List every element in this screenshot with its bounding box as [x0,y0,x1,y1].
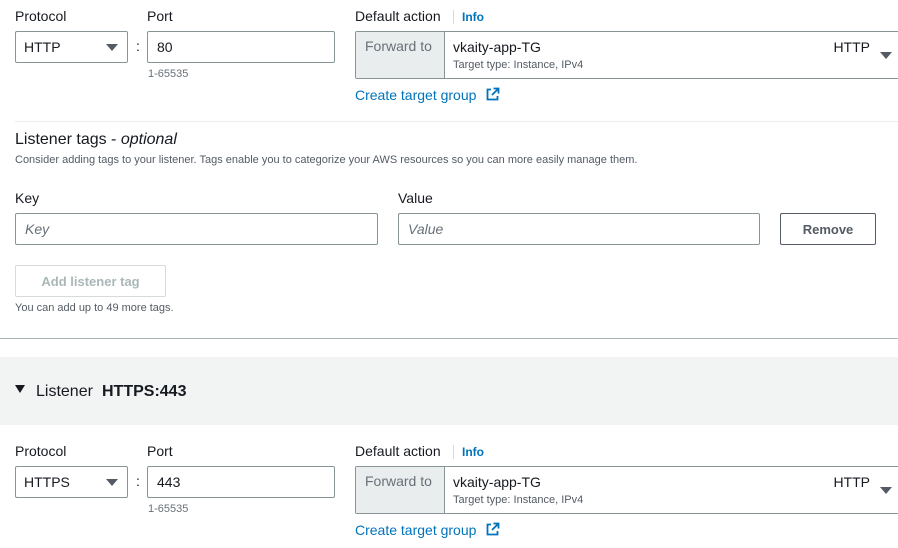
key-label: Key [15,190,40,206]
port-input[interactable]: 443 [147,466,335,498]
listener-tags-title: Listener tags - optional [15,131,177,149]
info-link[interactable]: Info [462,445,484,459]
create-target-group-link[interactable]: Create target group [355,522,476,538]
create-target-group-label: Create target group [355,87,477,103]
remove-tag-button[interactable]: Remove [780,213,876,245]
info-link[interactable]: Info [462,10,484,24]
create-target-group-label: Create target group [355,522,477,538]
target-group-name: vkaity-app-TG [453,39,541,55]
protocol-select[interactable]: HTTP [15,31,128,63]
forward-to-label: Forward to [356,467,445,513]
target-group-type: Target type: Instance, IPv4 [453,59,584,71]
target-group-protocol: HTTP [833,474,870,490]
target-group-type: Target type: Instance, IPv4 [453,494,584,506]
divider [15,121,898,122]
caret-down-icon [880,487,892,494]
port-input[interactable]: 80 [147,31,335,63]
divider [453,445,454,459]
protocol-select[interactable]: HTTPS [15,466,128,498]
tag-key-placeholder: Key [25,221,50,237]
listener-https-header[interactable]: Listener HTTPS:443 [0,357,898,425]
divider [453,10,454,24]
target-group-name: vkaity-app-TG [453,474,541,490]
port-hint: 1-65535 [148,503,189,515]
external-link-icon[interactable] [485,522,500,537]
forward-to-label: Forward to [356,32,445,78]
value-label: Value [398,190,433,206]
tag-value-input[interactable]: Value [398,213,760,245]
caret-down-icon [880,52,892,59]
expand-triangle-icon[interactable] [15,385,25,393]
default-action-label: Default action [355,8,441,24]
external-link-icon[interactable] [485,87,500,102]
add-listener-tag-button[interactable]: Add listener tag [15,265,166,297]
listener-tags-description: Consider adding tags to your listener. T… [15,154,638,166]
listener-name: HTTPS:443 [102,383,187,400]
port-label: Port [147,8,173,24]
colon-separator: : [136,473,140,489]
colon-separator: : [136,38,140,54]
optional-text: optional [120,131,177,148]
target-group-select[interactable]: Forward to vkaity-app-TG Target type: In… [355,466,898,514]
tag-limit-text: You can add up to 49 more tags. [15,302,174,314]
caret-down-icon [106,479,118,486]
section-divider [0,338,898,339]
caret-down-icon [106,44,118,51]
protocol-select-value: HTTPS [24,474,70,490]
protocol-label: Protocol [15,443,67,459]
protocol-select-value: HTTP [24,39,61,55]
default-action-label: Default action [355,443,441,459]
port-hint: 1-65535 [148,68,189,80]
listener-tags-title-text: Listener tags - [15,131,121,148]
listener-prefix: Listener [36,383,93,400]
tag-key-input[interactable]: Key [15,213,378,245]
tag-value-placeholder: Value [408,221,444,237]
protocol-label: Protocol [15,8,67,24]
create-target-group-link[interactable]: Create target group [355,87,476,103]
target-group-select[interactable]: Forward to vkaity-app-TG Target type: In… [355,31,898,79]
target-group-protocol: HTTP [833,39,870,55]
port-label: Port [147,443,173,459]
